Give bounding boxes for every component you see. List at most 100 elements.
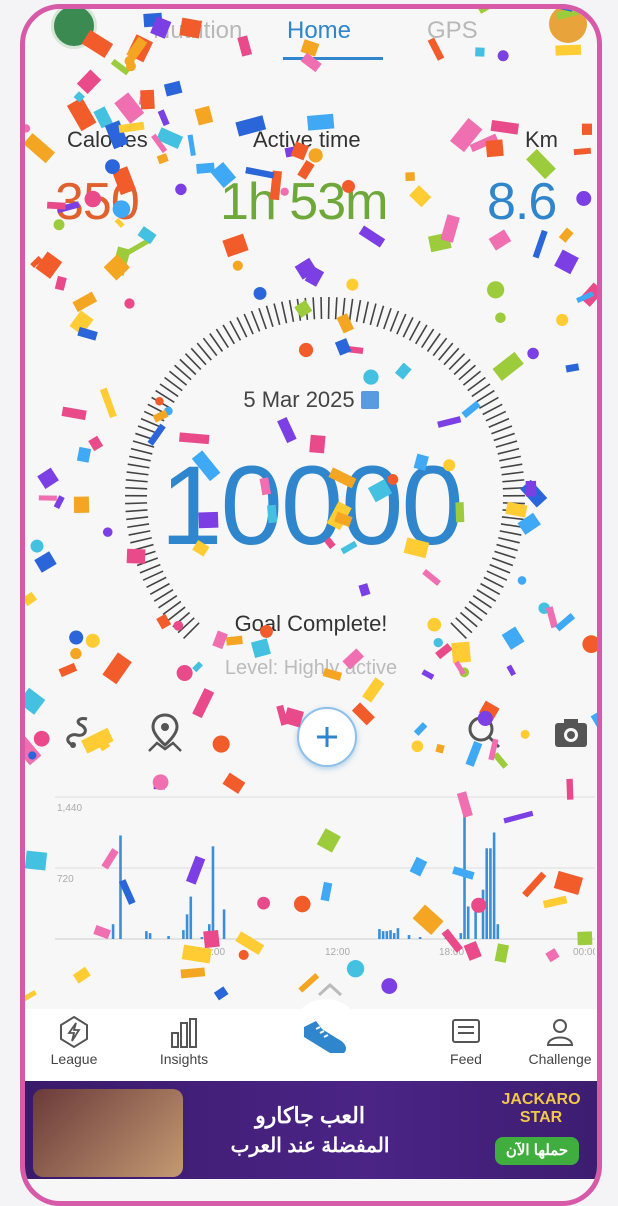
calendar-icon[interactable]	[361, 391, 379, 409]
confetti-piece	[486, 139, 504, 157]
goal-status: Goal Complete!	[25, 611, 597, 637]
confetti-piece	[111, 247, 131, 276]
confetti-piece	[25, 592, 37, 606]
active-tab-indicator	[283, 57, 383, 60]
confetti-piece	[576, 291, 594, 303]
chart-bar	[460, 933, 463, 939]
chart-bar	[489, 848, 492, 939]
step-count: 10000	[25, 441, 597, 570]
confetti-piece	[140, 90, 155, 110]
x-tick-label: 00:00	[573, 947, 595, 958]
tab-gps[interactable]: GPS	[427, 17, 478, 45]
bottom-nav: League Insights Feed	[25, 1009, 597, 1081]
confetti-piece	[233, 261, 243, 271]
chart-bar	[186, 914, 189, 939]
activity-level: Level: Highly active	[25, 657, 597, 680]
ad-subline: المفضلة عند العرب	[195, 1133, 425, 1158]
route-icon[interactable]	[59, 711, 103, 755]
confetti-piece	[440, 214, 460, 242]
confetti-piece	[111, 59, 130, 75]
chart-bar	[482, 890, 485, 939]
confetti-piece	[582, 124, 592, 135]
x-tick-label: 12:00	[325, 947, 350, 958]
confetti-piece	[126, 61, 136, 71]
search-icon[interactable]	[463, 711, 507, 755]
avatar[interactable]	[51, 4, 97, 49]
confetti-piece	[25, 124, 30, 132]
date-text: 5 Mar 2025	[243, 387, 354, 412]
confetti-piece	[181, 967, 206, 978]
confetti-piece	[527, 348, 539, 360]
nav-league-label: League	[29, 1051, 119, 1067]
phone-frame: Nutrition Home GPS Calories Active time …	[20, 4, 602, 1206]
ad-image	[33, 1089, 183, 1177]
y-tick-label: 1,440	[57, 803, 82, 814]
profile-badge[interactable]	[549, 5, 587, 43]
chart-bar	[445, 938, 448, 939]
confetti-piece	[158, 109, 170, 126]
feed-icon	[449, 1015, 483, 1049]
shoe-icon	[290, 999, 362, 1071]
chart-bar	[485, 848, 488, 939]
calories-value: 350	[55, 172, 139, 232]
confetti-piece	[157, 153, 169, 164]
confetti-piece	[72, 292, 97, 312]
chart-bar	[223, 909, 226, 939]
chevron-up-icon[interactable]	[315, 981, 345, 1001]
chart-bar	[119, 835, 122, 939]
confetti-piece	[574, 148, 592, 155]
add-button[interactable]	[297, 707, 357, 767]
tab-nutrition[interactable]: Nutrition	[153, 17, 242, 45]
nav-league[interactable]: League	[29, 1015, 119, 1067]
confetti-piece	[195, 106, 214, 126]
confetti-piece	[156, 127, 183, 149]
confetti-piece	[25, 133, 55, 163]
chart-bar	[112, 924, 115, 939]
chart-bar	[212, 846, 215, 939]
x-tick-label: 20:00	[200, 947, 225, 958]
km-label: Km	[525, 127, 558, 153]
chart-bar	[208, 924, 211, 939]
map-pin-icon[interactable]	[143, 711, 187, 755]
confetti-piece	[25, 990, 37, 1009]
confetti-piece	[576, 191, 591, 206]
nav-activity[interactable]	[290, 999, 362, 1071]
confetti-piece	[175, 184, 186, 195]
nav-challenge[interactable]: Challenge	[515, 1015, 602, 1067]
confetti-piece	[582, 635, 597, 653]
plus-icon	[299, 709, 355, 765]
confetti-piece	[428, 232, 452, 252]
confetti-piece	[214, 986, 229, 1000]
nav-insights[interactable]: Insights	[139, 1015, 229, 1067]
chart-bar	[145, 931, 148, 939]
nav-feed[interactable]: Feed	[421, 1015, 511, 1067]
confetti-piece	[295, 258, 318, 280]
y-tick-label: 720	[57, 874, 74, 885]
tab-home[interactable]: Home	[287, 17, 351, 45]
ad-banner[interactable]: العب جاكارو المفضلة عند العرب JACKARO ST…	[25, 1081, 597, 1179]
confetti-piece	[55, 276, 67, 291]
confetti-piece	[93, 106, 112, 128]
confetti-piece	[70, 310, 94, 335]
chart-bar	[474, 904, 477, 939]
confetti-piece	[104, 254, 130, 280]
camera-icon[interactable]	[549, 711, 593, 755]
chart-bar	[408, 935, 411, 939]
chart-bar	[201, 937, 204, 939]
ad-download-button[interactable]: حملها الآن	[495, 1137, 579, 1165]
chart-bar	[493, 833, 496, 940]
bar-chart-icon	[167, 1015, 201, 1049]
confetti-piece	[565, 363, 579, 372]
confetti-piece	[25, 851, 47, 871]
active-time-value: 1h 53m	[220, 172, 387, 232]
confetti-piece	[346, 279, 358, 291]
active-time-label: Active time	[253, 127, 361, 153]
confetti-piece	[470, 134, 499, 152]
chart-bar	[393, 933, 396, 939]
top-bar: Nutrition Home GPS	[25, 9, 597, 61]
calories-label: Calories	[67, 127, 148, 153]
confetti-piece	[556, 314, 568, 326]
date-display[interactable]: 5 Mar 2025	[25, 387, 597, 413]
confetti-piece	[125, 237, 153, 256]
confetti-piece	[35, 252, 62, 279]
